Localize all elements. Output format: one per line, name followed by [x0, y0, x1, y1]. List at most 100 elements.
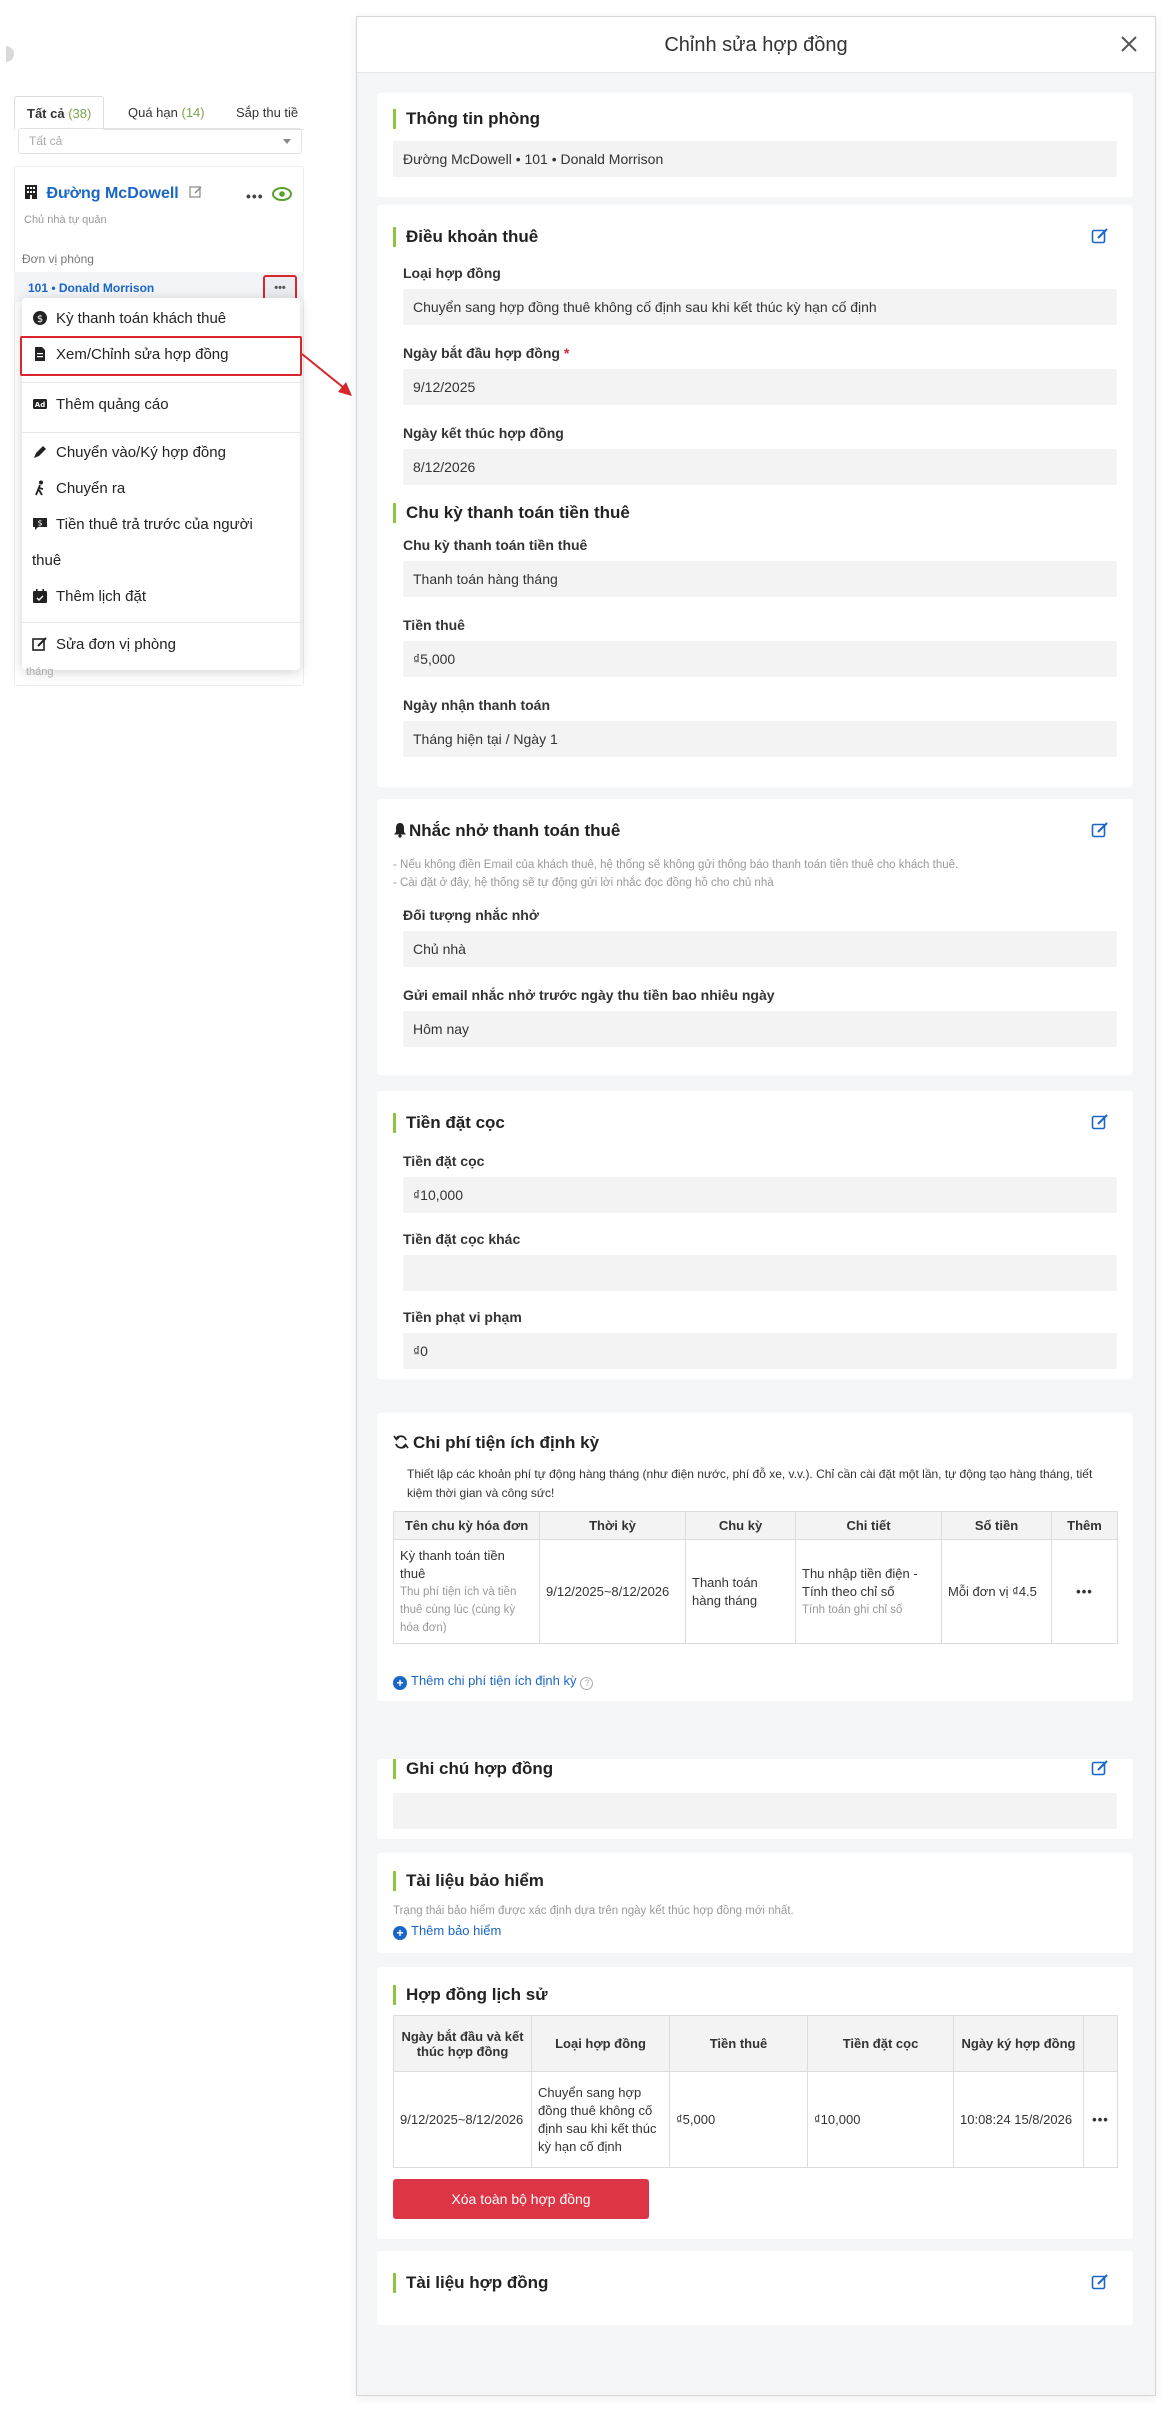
- chevron-down-icon: [283, 139, 291, 144]
- edit-icon[interactable]: [189, 185, 203, 199]
- filter-select[interactable]: Tất cả: [18, 128, 302, 154]
- more-options-icon[interactable]: •••: [246, 188, 264, 204]
- room-info-value: Đường McDowell • 101 • Donald Morrison: [393, 141, 1117, 177]
- rent-label: Tiền thuê: [403, 617, 465, 633]
- table-cell: Thanh toán hàng tháng: [685, 1539, 796, 1644]
- tab-all-count: (38): [68, 106, 92, 121]
- deposit-section: Tiền đặt cọc Tiền đặt cọc ₫10,000 Tiền đ…: [377, 1091, 1133, 1379]
- cell-subtext: Thu phí tiện ích và tiền thuê cùng lúc (…: [400, 1585, 517, 1634]
- section-title: Hợp đồng lịch sử: [393, 1985, 548, 2005]
- calendar-icon: [33, 589, 47, 603]
- contract-documents-section: Tài liệu hợp đồng: [377, 2251, 1133, 2325]
- start-date-value[interactable]: 9/12/2025: [403, 369, 1117, 405]
- penalty-label: Tiền phạt vi phạm: [403, 1309, 522, 1325]
- plus-circle-icon: +: [393, 1926, 407, 1940]
- close-icon[interactable]: [1117, 32, 1141, 56]
- help-icon[interactable]: ?: [580, 1677, 594, 1690]
- cell-text: Thu nhập tiền điện - Tính theo chỉ số: [802, 1565, 918, 1599]
- section-title: Tài liệu hợp đồng: [393, 2273, 548, 2293]
- start-date-label: Ngày bắt đầu hợp đồng *: [403, 345, 569, 361]
- delete-all-contracts-button[interactable]: Xóa toàn bộ hợp đồng: [393, 2179, 649, 2219]
- edit-icon[interactable]: [1091, 2273, 1109, 2291]
- table-cell: ₫5,000: [669, 2071, 808, 2168]
- plus-circle-icon: +: [393, 1676, 407, 1690]
- menu-item-label: Chuyển ra: [56, 480, 126, 497]
- column-header: Chi tiết: [795, 1511, 942, 1540]
- column-header: Thêm: [1051, 1511, 1118, 1540]
- add-utility-link-text: Thêm chi phí tiện ích định kỳ: [411, 1673, 577, 1688]
- walking-person-icon: [35, 480, 44, 496]
- contract-type-label: Loại hợp đồng: [403, 265, 501, 281]
- history-table: Ngày bắt đầu và kết thúc hợp đồng Loại h…: [393, 2015, 1118, 2168]
- reminder-target-label: Đối tượng nhắc nhở: [403, 907, 539, 923]
- section-title-text: Nhắc nhở thanh toán thuê: [409, 821, 621, 840]
- menu-item-add-booking[interactable]: Thêm lịch đặt: [32, 588, 146, 605]
- status-tabs: Tất cả (38) Quá hạn (14) Sắp thu tiề: [14, 96, 304, 130]
- menu-item-prepaid-rent-cont[interactable]: thuê: [32, 552, 61, 569]
- other-deposit-label: Tiền đặt cọc khác: [403, 1231, 521, 1247]
- edit-icon[interactable]: [1091, 821, 1109, 839]
- add-insurance-link[interactable]: + Thêm bảo hiểm: [393, 1923, 501, 1940]
- utilities-description: Thiết lập các khoản phí tự động hàng thá…: [407, 1467, 1093, 1500]
- edit-icon[interactable]: [1091, 227, 1109, 245]
- add-utility-link[interactable]: + Thêm chi phí tiện ích định kỳ?: [393, 1673, 594, 1690]
- notes-value[interactable]: [393, 1793, 1117, 1829]
- edit-square-icon: [32, 637, 47, 651]
- menu-item-prepaid-rent[interactable]: $ Tiền thuê trả trước của người: [32, 516, 253, 533]
- reminder-note: - Nếu không điền Email của khách thuê, h…: [393, 859, 959, 871]
- menu-item-add-ad[interactable]: Ad Thêm quảng cáo: [32, 396, 169, 413]
- rent-value: ₫5,000: [403, 641, 1117, 677]
- table-header-row: Tên chu kỳ hóa đơn Thời kỳ Chu kỳ Chi ti…: [393, 1511, 1118, 1540]
- menu-item-tenant-billing[interactable]: $ Kỳ thanh toán khách thuê: [32, 310, 226, 327]
- payment-day-value: Tháng hiện tại / Ngày 1: [403, 721, 1117, 757]
- comment-dollar-icon: $: [33, 518, 47, 530]
- table-cell: Thu nhập tiền điện - Tính theo chỉ số Tín…: [795, 1539, 942, 1644]
- building-subtitle: Chủ nhà tự quản: [24, 214, 107, 226]
- table-cell: ₫10,000: [807, 2071, 954, 2168]
- tab-overdue[interactable]: Quá hạn (14): [116, 96, 217, 130]
- refresh-icon: [393, 1435, 409, 1449]
- edit-icon[interactable]: [1091, 1113, 1109, 1131]
- end-date-label: Ngày kết thúc hợp đồng: [403, 425, 564, 441]
- reminder-days-value: Hôm nay: [403, 1011, 1117, 1047]
- table-row: 9/12/2025~8/12/2026 Chuyển sang hợp đồng…: [393, 2071, 1118, 2168]
- table-cell: Kỳ thanh toán tiền thuê Thu phí tiện ích …: [393, 1539, 540, 1644]
- row-more-button[interactable]: •••: [1083, 2071, 1118, 2168]
- pen-icon: [34, 446, 46, 458]
- menu-item-move-in[interactable]: Chuyển vào/Ký hợp đồng: [32, 444, 226, 461]
- recurring-utilities-section: Chi phí tiện ích định kỳ Thiết lập các k…: [377, 1413, 1133, 1701]
- table-cell: Chuyển sang hợp đồng thuê không cố định …: [531, 2071, 670, 2168]
- tab-all[interactable]: Tất cả (38): [14, 96, 105, 130]
- edit-contract-dialog: Chỉnh sửa hợp đồng Thông tin phòng Đường…: [356, 16, 1156, 2396]
- contract-type-value: Chuyển sang hợp đồng thuê không cố định …: [403, 289, 1117, 325]
- column-header: Loại hợp đồng: [531, 2015, 670, 2072]
- unit-name[interactable]: 101 • Donald Morrison: [28, 281, 154, 295]
- scroll-left-indicator[interactable]: [6, 46, 14, 62]
- bell-icon: [394, 823, 406, 838]
- table-cell: 9/12/2025~8/12/2026: [393, 2071, 532, 2168]
- section-title: Chi phí tiện ích định kỳ: [393, 1433, 599, 1453]
- payment-day-label: Ngày nhận thanh toán: [403, 697, 550, 713]
- deposit-label: Tiền đặt cọc: [403, 1153, 485, 1169]
- menu-item-label: Sửa đơn vị phòng: [56, 636, 176, 653]
- tab-upcoming[interactable]: Sắp thu tiề: [224, 96, 304, 130]
- table-header-row: Ngày bắt đầu và kết thúc hợp đồng Loại h…: [393, 2015, 1118, 2072]
- payment-reminder-section: Nhắc nhở thanh toán thuê - Nếu không điề…: [377, 799, 1133, 1075]
- building-title[interactable]: Đường McDowell: [24, 184, 203, 203]
- eye-icon[interactable]: [272, 187, 292, 201]
- menu-item-label: Thêm lịch đặt: [56, 588, 147, 605]
- section-title: Tài liệu bảo hiểm: [393, 1871, 544, 1891]
- section-title: Ghi chú hợp đồng: [393, 1759, 553, 1779]
- tab-upcoming-label: Sắp thu tiề: [236, 105, 299, 120]
- cell-text: Kỳ thanh toán tiền thuê: [400, 1547, 505, 1581]
- row-more-button[interactable]: •••: [1051, 1539, 1118, 1644]
- menu-item-edit-unit[interactable]: Sửa đơn vị phòng: [32, 636, 176, 653]
- reminder-note: - Cài đặt ở đây, hệ thống sẽ tự động gửi…: [393, 877, 774, 889]
- unit-section-label: Đơn vị phòng: [22, 252, 94, 266]
- section-title: Điều khoản thuê: [393, 227, 538, 247]
- faded-row-text: tháng: [26, 666, 54, 678]
- menu-divider: [22, 432, 300, 433]
- edit-icon[interactable]: [1091, 1759, 1109, 1777]
- room-info-section: Thông tin phòng Đường McDowell • 101 • D…: [377, 93, 1133, 197]
- menu-item-move-out[interactable]: Chuyển ra: [32, 480, 125, 497]
